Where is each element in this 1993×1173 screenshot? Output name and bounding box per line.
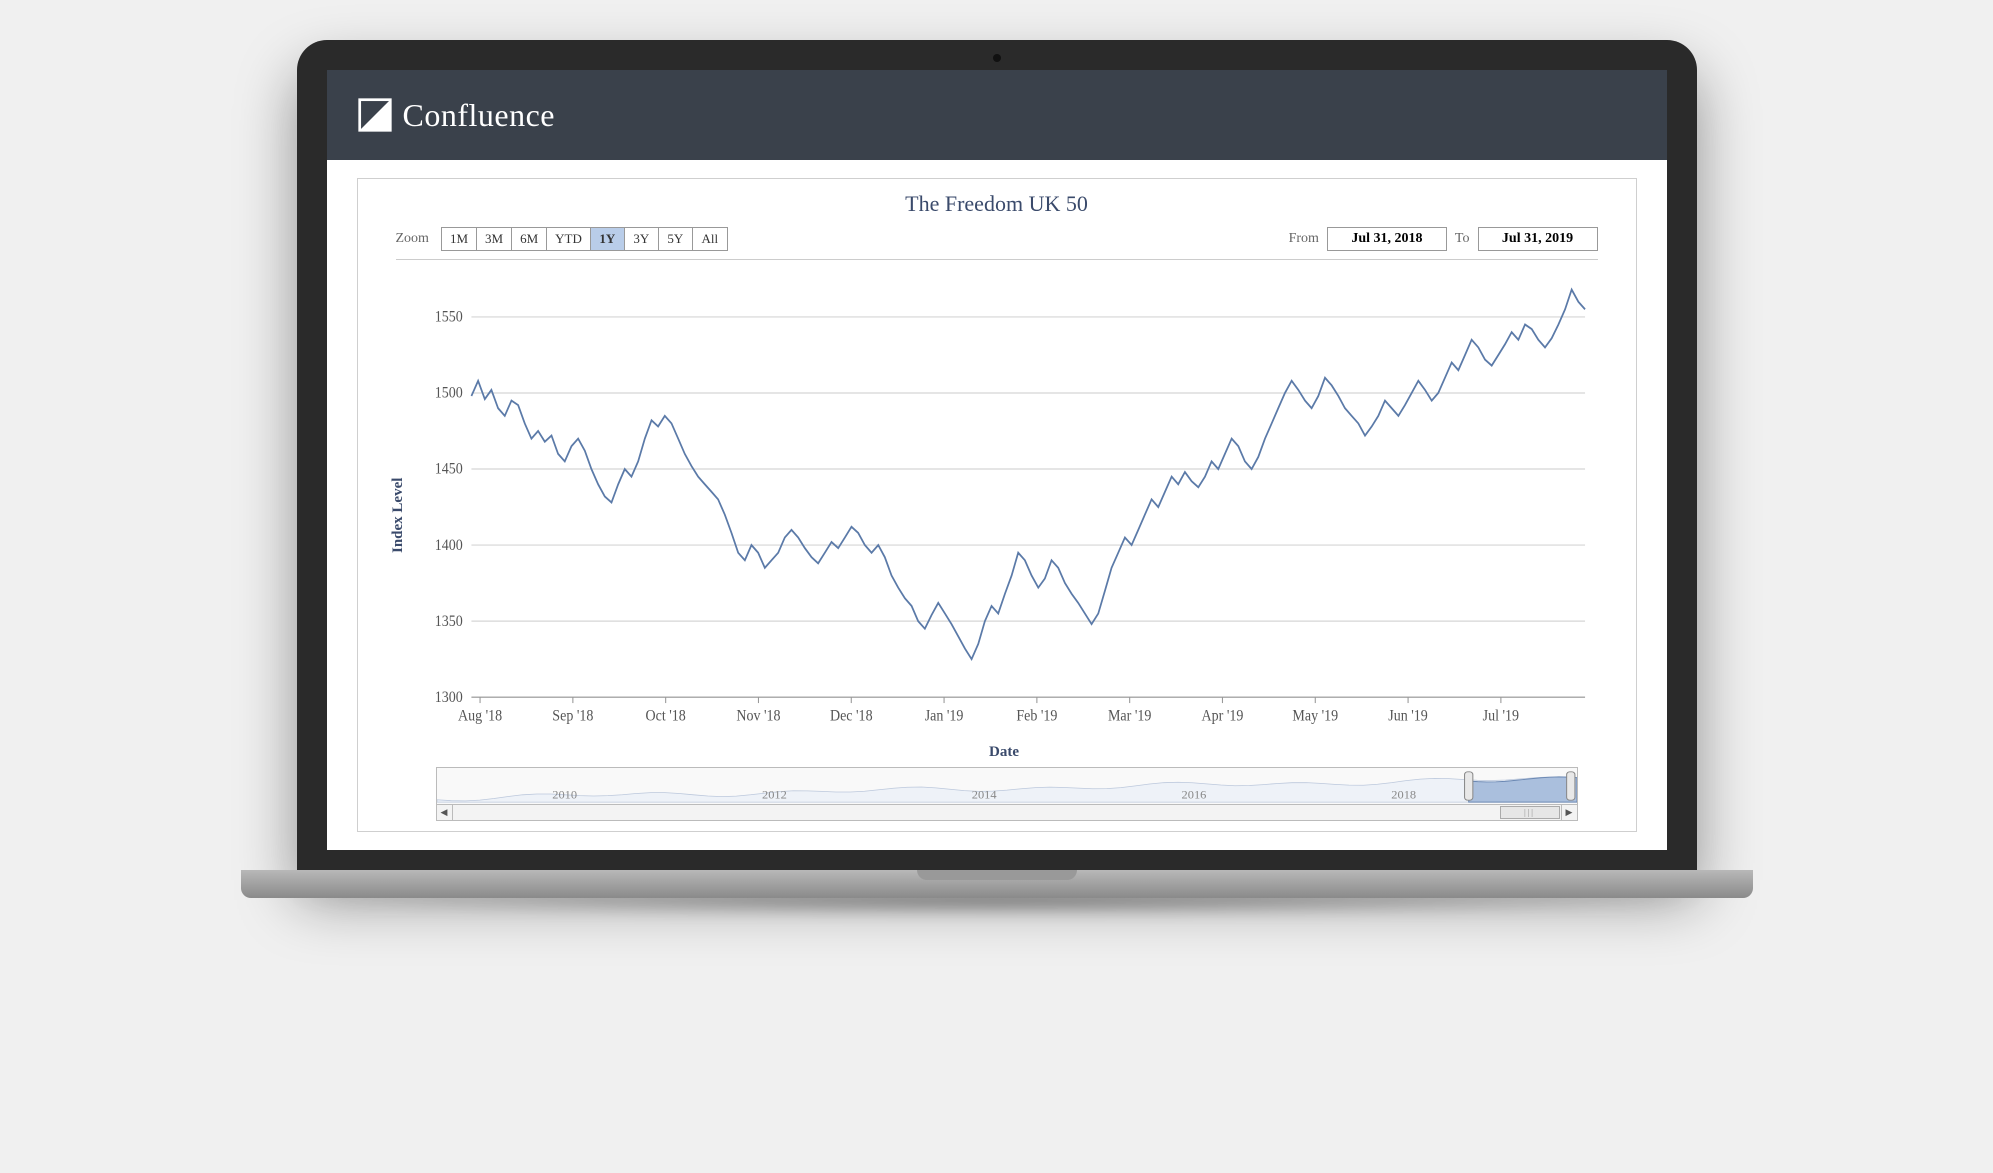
to-date-input[interactable]: Jul 31, 2019 — [1478, 227, 1598, 251]
zoom-btn-5y[interactable]: 5Y — [659, 228, 693, 250]
svg-text:Mar '19: Mar '19 — [1107, 708, 1150, 725]
svg-text:Nov '18: Nov '18 — [736, 708, 780, 725]
svg-text:Aug '18: Aug '18 — [457, 708, 501, 725]
svg-text:May '19: May '19 — [1292, 708, 1338, 725]
to-label: To — [1455, 231, 1470, 247]
svg-text:Jul '19: Jul '19 — [1482, 708, 1518, 725]
y-axis-label: Index Level — [386, 270, 411, 761]
from-date-input[interactable]: Jul 31, 2018 — [1327, 227, 1447, 251]
navigator-thumb[interactable]: ||| — [1500, 806, 1560, 819]
navigator-chart[interactable]: 2010 2012 2014 2016 2018 — [436, 767, 1578, 805]
zoom-btn-ytd[interactable]: YTD — [547, 228, 591, 250]
svg-text:1400: 1400 — [434, 537, 462, 554]
zoom-label: Zoom — [396, 231, 429, 247]
svg-text:1550: 1550 — [434, 309, 462, 326]
svg-text:2014: 2014 — [971, 788, 996, 801]
svg-text:2012: 2012 — [762, 788, 787, 801]
svg-text:Sep '18: Sep '18 — [552, 708, 593, 725]
nav-arrow-right-icon[interactable]: ▶ — [1561, 805, 1577, 820]
laptop-notch — [917, 870, 1077, 880]
zoom-btn-6m[interactable]: 6M — [512, 228, 547, 250]
zoom-btn-all[interactable]: All — [693, 228, 727, 250]
svg-text:1350: 1350 — [434, 613, 462, 630]
brand-logo: Confluence — [357, 97, 556, 134]
zoom-button-group: 1M3M6MYTD1Y3Y5YAll — [441, 227, 728, 251]
plot-column: 1300 1350 1400 1450 1500 1550 Aug '18 Sep '18 Oc… — [411, 270, 1598, 761]
svg-text:2018: 2018 — [1391, 788, 1416, 801]
confluence-logo-icon — [357, 97, 393, 133]
navigator-scrollbar[interactable]: ◀ ||| ▶ — [436, 805, 1578, 821]
nav-arrow-left-icon[interactable]: ◀ — [437, 805, 453, 820]
main-chart-area: Index Level 1300 1350 1400 1450 1500 1550 Aug … — [376, 260, 1618, 761]
svg-text:Feb '19: Feb '19 — [1016, 708, 1057, 725]
zoom-btn-1m[interactable]: 1M — [442, 228, 477, 250]
camera-dot — [993, 54, 1001, 62]
svg-text:Jan '19: Jan '19 — [924, 708, 963, 725]
content-area: The Freedom UK 50 Zoom 1M3M6MYTD1Y3Y5YAl… — [327, 160, 1667, 850]
chart-title: The Freedom UK 50 — [376, 191, 1618, 217]
svg-text:Dec '18: Dec '18 — [829, 708, 872, 725]
app-screen: Confluence The Freedom UK 50 Zoom 1M3M6M… — [327, 70, 1667, 850]
from-label: From — [1289, 231, 1319, 247]
chart-navigator[interactable]: 2010 2012 2014 2016 2018 ◀ ||| ▶ — [436, 767, 1578, 821]
zoom-btn-3m[interactable]: 3M — [477, 228, 512, 250]
svg-text:1450: 1450 — [434, 461, 462, 478]
svg-text:Oct '18: Oct '18 — [645, 708, 685, 725]
app-header: Confluence — [327, 70, 1667, 160]
line-chart[interactable]: 1300 1350 1400 1450 1500 1550 Aug '18 Sep '18 Oc… — [411, 270, 1598, 742]
svg-text:2010: 2010 — [552, 788, 577, 801]
zoom-btn-1y[interactable]: 1Y — [591, 228, 625, 250]
zoom-btn-3y[interactable]: 3Y — [625, 228, 659, 250]
screen-bezel: Confluence The Freedom UK 50 Zoom 1M3M6M… — [297, 40, 1697, 870]
laptop-mockup: Confluence The Freedom UK 50 Zoom 1M3M6M… — [297, 40, 1697, 898]
x-axis-label: Date — [411, 744, 1598, 761]
svg-text:2016: 2016 — [1181, 788, 1206, 801]
svg-text:Jun '19: Jun '19 — [1388, 708, 1428, 725]
brand-name: Confluence — [403, 97, 556, 134]
svg-text:1500: 1500 — [434, 385, 462, 402]
svg-text:Apr '19: Apr '19 — [1201, 708, 1243, 725]
laptop-base — [241, 870, 1753, 898]
chart-controls: Zoom 1M3M6MYTD1Y3Y5YAll From Jul 31, 201… — [376, 227, 1618, 251]
date-range-group: From Jul 31, 2018 To Jul 31, 2019 — [1289, 227, 1598, 251]
svg-text:1300: 1300 — [434, 689, 462, 706]
chart-card: The Freedom UK 50 Zoom 1M3M6MYTD1Y3Y5YAl… — [357, 178, 1637, 832]
zoom-group: Zoom 1M3M6MYTD1Y3Y5YAll — [396, 227, 728, 251]
